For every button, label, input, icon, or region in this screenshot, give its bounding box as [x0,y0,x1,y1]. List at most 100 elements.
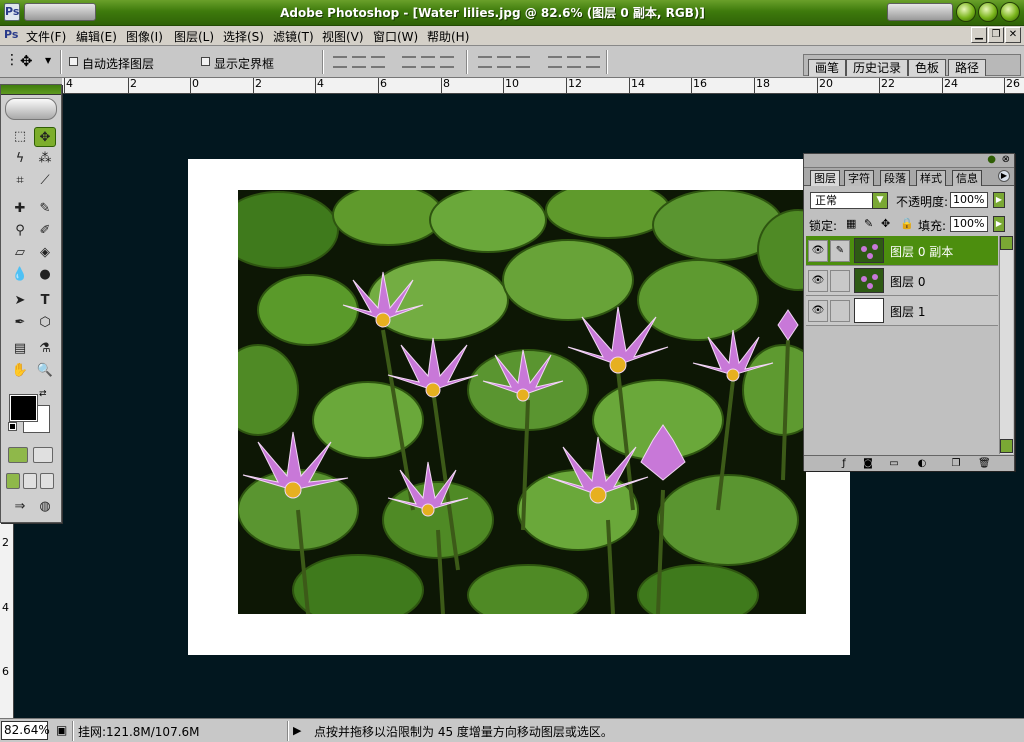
layer-row-layer1[interactable]: 👁 图层 1 [806,296,998,326]
toolbox-title-bar[interactable] [1,85,61,95]
zoom-tool-icon[interactable]: 🔍 [34,361,56,381]
align-right-icon[interactable] [440,56,454,68]
chevron-down-icon[interactable]: ▼ [872,192,888,209]
tab-info[interactable]: 信息 [952,170,982,186]
marquee-tool-icon[interactable]: ⬚ [9,127,31,147]
toolbox-palette[interactable]: ⬚ ✥ ϟ ⁂ ⌗ ⟋ ✚ ✎ ⚲ ✐ ▱ ◈ 💧 ● ➤ T ✒ ⬡ ▤ ⚗ … [0,84,62,523]
new-group-icon[interactable]: ▭ [888,458,900,470]
menu-image[interactable]: 图像(I) [126,28,163,45]
doc-close-button[interactable]: ✕ [1005,27,1021,43]
layers-palette-title-bar[interactable]: ● ⊗ [804,154,1014,168]
healing-brush-icon[interactable]: ✚ [9,199,31,219]
magic-wand-icon[interactable]: ⁂ [34,149,56,169]
slice-tool-icon[interactable]: ⟋ [34,171,56,191]
layer-brush-icon[interactable]: ✎ [830,240,850,262]
quickmask-mode-button[interactable] [33,447,53,463]
palette-minimize-icon[interactable]: ● [987,154,996,165]
distribute-hcenter-icon[interactable] [567,56,581,68]
well-tab-swatches[interactable]: 色板 [908,59,947,76]
lock-transparency-icon[interactable]: ▦ [846,217,856,230]
tab-paragraph[interactable]: 段落 [880,170,910,186]
doc-minimize-button[interactable]: ▁ [971,27,987,43]
visibility-eye-icon[interactable]: 👁 [808,270,828,292]
path-select-icon[interactable]: ➤ [9,291,31,311]
hand-tool-icon[interactable]: ✋ [9,361,31,381]
pen-tool-icon[interactable]: ✒ [9,313,31,333]
tab-character[interactable]: 字符 [844,170,874,186]
water-lilies-image[interactable] [238,190,806,614]
align-left-icon[interactable] [402,56,416,68]
paint-bucket-icon[interactable]: ◈ [34,243,56,263]
document-info-icon[interactable]: ▣ [56,723,67,737]
new-layer-icon[interactable]: ❐ [950,458,962,470]
layer-mask-icon[interactable]: ◙ [862,458,874,470]
blur-tool-icon[interactable]: 💧 [9,265,31,285]
align-top-icon[interactable] [333,56,347,68]
layers-scrollbar[interactable] [999,236,1013,454]
crop-tool-icon[interactable]: ⌗ [9,171,31,191]
document-icon[interactable]: Ps [4,28,18,41]
move-tool-preset-icon[interactable]: ✥ [20,52,33,70]
menu-help[interactable]: 帮助(H) [427,28,469,45]
dodge-tool-icon[interactable]: ● [34,265,56,285]
distribute-left-icon[interactable] [548,56,562,68]
doc-restore-button[interactable]: ❐ [988,27,1004,43]
brush-tool-icon[interactable]: ✎ [34,199,56,219]
status-menu-arrow-icon[interactable]: ▶ [293,721,307,740]
scroll-up-arrow-icon[interactable] [1000,236,1013,250]
clone-stamp-icon[interactable]: ⚲ [9,221,31,241]
lock-position-icon[interactable]: ✥ [881,217,890,230]
palette-close-icon[interactable]: ⊗ [1002,154,1010,165]
align-bottom-icon[interactable] [371,56,385,68]
type-tool-icon[interactable]: T [34,291,56,311]
opacity-slider-arrow-icon[interactable]: ▶ [993,192,1005,208]
menu-view[interactable]: 视图(V) [322,28,364,45]
distribute-vcenter-icon[interactable] [497,56,511,68]
visibility-eye-icon[interactable]: 👁 [808,300,828,322]
screen-mode-full-menu-button[interactable] [23,473,37,489]
zoom-field[interactable]: 82.64% [1,721,50,740]
well-tab-brushes[interactable]: 画笔 [808,59,847,76]
lock-all-icon[interactable]: 🔒 [900,217,914,230]
jump-to-imageready-icon[interactable]: ⇒ [9,497,31,517]
trash-icon[interactable]: 🗑 [978,458,991,470]
menu-filter[interactable]: 滤镜(T) [273,28,314,45]
fill-field[interactable]: 100% [950,216,988,232]
screen-mode-standard-button[interactable] [6,473,20,489]
eraser-tool-icon[interactable]: ▱ [9,243,31,263]
layer-row-layer0-copy[interactable]: 👁 ✎ 图层 0 副本 [806,236,998,266]
lock-image-icon[interactable]: ✎ [864,217,873,230]
tab-styles[interactable]: 样式 [916,170,946,186]
imageready-icon[interactable]: ◍ [34,497,56,517]
align-vcenter-icon[interactable] [352,56,366,68]
scroll-down-arrow-icon[interactable] [1000,439,1013,453]
swap-colors-icon[interactable]: ⇄ [39,389,47,399]
standard-mode-button[interactable] [8,447,28,463]
layer-link-slot[interactable] [830,270,850,292]
feather-logo-icon[interactable] [5,98,57,120]
adjustment-layer-icon[interactable]: ◐ [916,458,928,470]
layer-link-slot[interactable] [830,300,850,322]
screen-mode-full-button[interactable] [40,473,54,489]
show-bounds-checkbox[interactable] [201,57,210,66]
fill-slider-arrow-icon[interactable]: ▶ [993,216,1005,232]
photoshop-app-icon[interactable]: Ps [4,3,20,21]
chevron-down-icon[interactable]: ▼ [45,56,51,65]
maximize-button[interactable] [978,2,998,22]
foreground-color-swatch[interactable] [9,394,38,422]
close-button[interactable] [1000,2,1020,22]
distribute-right-icon[interactable] [586,56,600,68]
layer-style-icon[interactable]: ƒ [838,458,850,470]
menu-file[interactable]: 文件(F) [26,28,66,45]
distribute-top-icon[interactable] [478,56,492,68]
document-canvas[interactable] [188,159,850,655]
lasso-tool-icon[interactable]: ϟ [9,149,31,169]
layer-row-layer0[interactable]: 👁 图层 0 [806,266,998,296]
menu-edit[interactable]: 编辑(E) [76,28,117,45]
palette-menu-icon[interactable]: ▶ [998,170,1010,182]
history-brush-icon[interactable]: ✐ [34,221,56,241]
tab-layers[interactable]: 图层 [810,170,840,186]
default-colors-icon[interactable] [8,422,17,431]
opacity-field[interactable]: 100% [950,192,988,208]
well-tab-history[interactable]: 历史记录 [846,59,909,76]
